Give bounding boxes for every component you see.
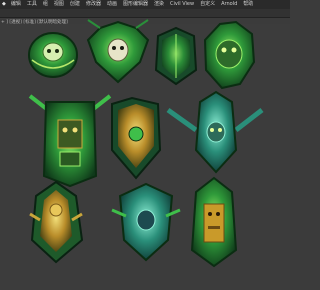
gold-crest-shield[interactable] (111, 96, 162, 180)
skull-crest-shield[interactable] (86, 19, 150, 84)
blue-green-crest-shield[interactable] (111, 182, 181, 262)
viewport-scene (28, 19, 264, 268)
round-skull-shield[interactable] (28, 32, 78, 78)
beast-face-shield[interactable] (203, 20, 256, 90)
tall-totem-shield[interactable] (190, 176, 238, 268)
horned-totem-shield[interactable] (28, 94, 112, 188)
armor-plate-shield[interactable] (154, 26, 198, 86)
golden-idol-shield[interactable] (29, 180, 84, 264)
winged-skull-shield[interactable] (166, 90, 264, 174)
